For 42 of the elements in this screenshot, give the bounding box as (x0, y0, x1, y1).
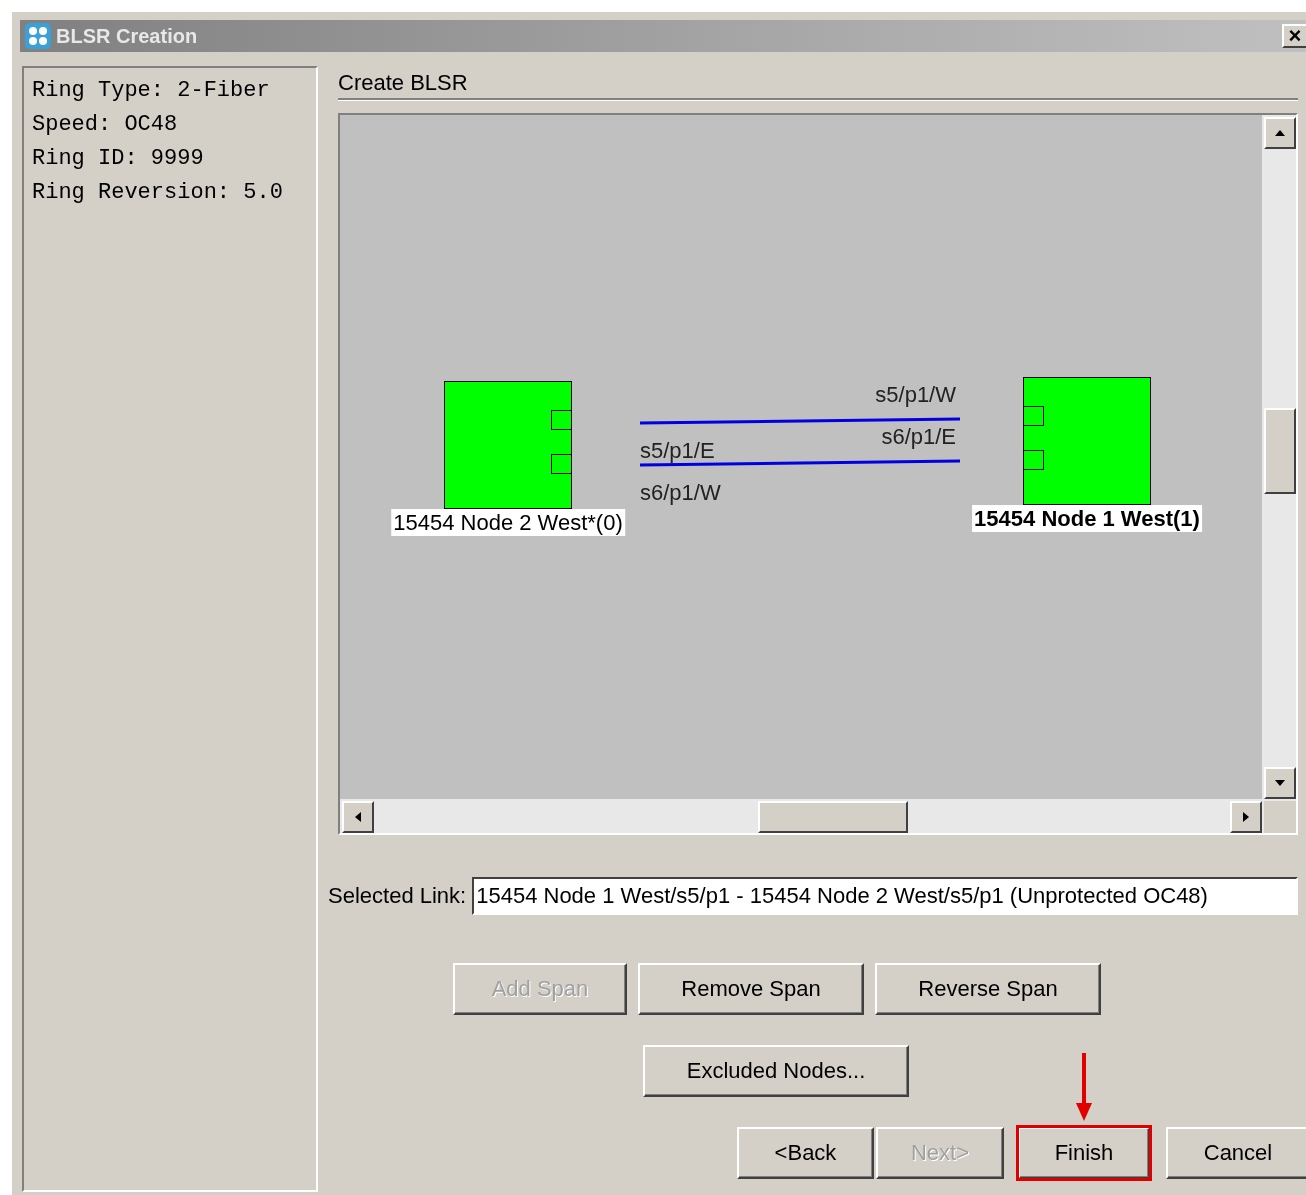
wizard-button[interactable]: Finish (1018, 1127, 1150, 1179)
port-label: s5/p1/E (640, 439, 715, 463)
close-button[interactable]: × (1282, 24, 1306, 48)
ring-info-text: Ring Type: 2-Fiber (32, 77, 271, 105)
app-icon (24, 22, 52, 50)
node-box[interactable] (444, 381, 572, 509)
annotation-arrow (1076, 1053, 1092, 1121)
scroll-up-button[interactable] (1264, 117, 1296, 149)
caret-right-icon (1243, 812, 1249, 822)
vertical-scrollbar[interactable] (1262, 115, 1296, 801)
ring-info-text: Speed: OC48 (32, 111, 179, 139)
scroll-thumb[interactable] (1264, 408, 1296, 494)
ring-info-text: Ring Reversion: 5.0 (32, 179, 284, 207)
scroll-down-button[interactable] (1264, 767, 1296, 799)
port-icon (1023, 450, 1044, 470)
node-label: 15454 Node 2 West*(0) (391, 509, 625, 536)
port-label: s5/p1/W (875, 383, 956, 407)
ring-info-text: Ring ID: 9999 (32, 145, 205, 173)
wizard-button[interactable]: <Back (737, 1127, 874, 1179)
port-icon (551, 410, 572, 430)
port-icon (551, 454, 572, 474)
wizard-button[interactable]: Reverse Span (875, 963, 1101, 1015)
port-label: s6/p1/E (881, 425, 956, 449)
caret-left-icon (355, 812, 361, 822)
window-title: BLSR Creation (56, 24, 199, 48)
selected-link-field[interactable]: 15454 Node 1 West/s5/p1 - 15454 Node 2 West/s5/p1 (Unprotected OC48) (472, 877, 1298, 915)
port-icon (1023, 406, 1044, 426)
field-label: Selected Link: (328, 883, 467, 909)
wizard-button[interactable]: Remove Span (638, 963, 864, 1015)
node-label: 15454 Node 1 West(1) (972, 505, 1202, 532)
scroll-thumb[interactable] (758, 801, 908, 833)
scroll-right-button[interactable] (1230, 801, 1262, 833)
scroll-left-button[interactable] (342, 801, 374, 833)
node-box[interactable] (1023, 377, 1151, 505)
horizontal-scrollbar[interactable] (340, 799, 1264, 833)
caret-down-icon (1275, 780, 1285, 786)
section-title: Create BLSR (338, 70, 469, 96)
wizard-button[interactable]: Cancel (1166, 1127, 1306, 1179)
link-line[interactable] (640, 417, 960, 425)
caret-up-icon (1275, 130, 1285, 136)
port-label: s6/p1/W (640, 481, 721, 505)
wizard-button[interactable]: Excluded Nodes... (643, 1045, 909, 1097)
